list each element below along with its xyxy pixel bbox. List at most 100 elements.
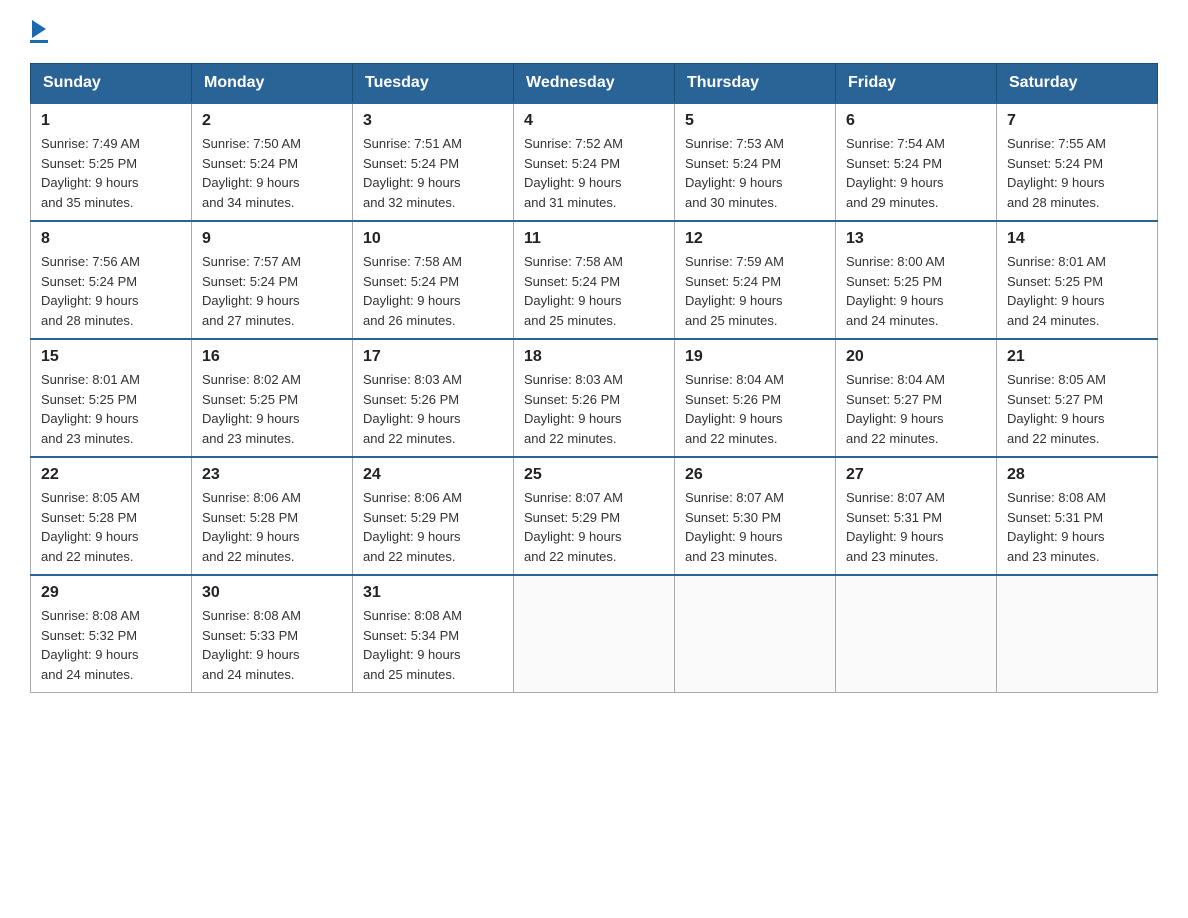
calendar-cell: 31 Sunrise: 8:08 AMSunset: 5:34 PMDaylig… xyxy=(353,575,514,693)
calendar-cell: 10 Sunrise: 7:58 AMSunset: 5:24 PMDaylig… xyxy=(353,221,514,339)
day-info: Sunrise: 7:49 AMSunset: 5:25 PMDaylight:… xyxy=(41,136,140,210)
day-number: 22 xyxy=(41,466,181,484)
day-header-saturday: Saturday xyxy=(997,64,1158,104)
day-number: 25 xyxy=(524,466,664,484)
day-info: Sunrise: 8:03 AMSunset: 5:26 PMDaylight:… xyxy=(524,372,623,446)
calendar-cell: 19 Sunrise: 8:04 AMSunset: 5:26 PMDaylig… xyxy=(675,339,836,457)
day-info: Sunrise: 8:08 AMSunset: 5:32 PMDaylight:… xyxy=(41,608,140,682)
calendar-cell: 29 Sunrise: 8:08 AMSunset: 5:32 PMDaylig… xyxy=(31,575,192,693)
calendar-cell xyxy=(997,575,1158,693)
calendar-cell: 14 Sunrise: 8:01 AMSunset: 5:25 PMDaylig… xyxy=(997,221,1158,339)
calendar-week-row: 22 Sunrise: 8:05 AMSunset: 5:28 PMDaylig… xyxy=(31,457,1158,575)
calendar-cell: 5 Sunrise: 7:53 AMSunset: 5:24 PMDayligh… xyxy=(675,103,836,221)
day-number: 26 xyxy=(685,466,825,484)
day-number: 8 xyxy=(41,230,181,248)
calendar-cell: 20 Sunrise: 8:04 AMSunset: 5:27 PMDaylig… xyxy=(836,339,997,457)
day-info: Sunrise: 8:05 AMSunset: 5:27 PMDaylight:… xyxy=(1007,372,1106,446)
day-info: Sunrise: 8:08 AMSunset: 5:34 PMDaylight:… xyxy=(363,608,462,682)
day-info: Sunrise: 7:53 AMSunset: 5:24 PMDaylight:… xyxy=(685,136,784,210)
day-info: Sunrise: 8:04 AMSunset: 5:27 PMDaylight:… xyxy=(846,372,945,446)
calendar-cell: 21 Sunrise: 8:05 AMSunset: 5:27 PMDaylig… xyxy=(997,339,1158,457)
day-number: 31 xyxy=(363,584,503,602)
day-number: 13 xyxy=(846,230,986,248)
calendar-cell: 4 Sunrise: 7:52 AMSunset: 5:24 PMDayligh… xyxy=(514,103,675,221)
calendar-cell: 11 Sunrise: 7:58 AMSunset: 5:24 PMDaylig… xyxy=(514,221,675,339)
day-number: 14 xyxy=(1007,230,1147,248)
calendar-week-row: 8 Sunrise: 7:56 AMSunset: 5:24 PMDayligh… xyxy=(31,221,1158,339)
day-info: Sunrise: 7:56 AMSunset: 5:24 PMDaylight:… xyxy=(41,254,140,328)
calendar-cell xyxy=(675,575,836,693)
calendar-body: 1 Sunrise: 7:49 AMSunset: 5:25 PMDayligh… xyxy=(31,103,1158,693)
day-header-thursday: Thursday xyxy=(675,64,836,104)
day-info: Sunrise: 8:07 AMSunset: 5:31 PMDaylight:… xyxy=(846,490,945,564)
calendar-cell: 3 Sunrise: 7:51 AMSunset: 5:24 PMDayligh… xyxy=(353,103,514,221)
page-header xyxy=(30,20,1158,43)
day-number: 27 xyxy=(846,466,986,484)
day-info: Sunrise: 7:57 AMSunset: 5:24 PMDaylight:… xyxy=(202,254,301,328)
day-info: Sunrise: 7:58 AMSunset: 5:24 PMDaylight:… xyxy=(524,254,623,328)
calendar-cell: 9 Sunrise: 7:57 AMSunset: 5:24 PMDayligh… xyxy=(192,221,353,339)
day-info: Sunrise: 8:01 AMSunset: 5:25 PMDaylight:… xyxy=(1007,254,1106,328)
day-info: Sunrise: 7:51 AMSunset: 5:24 PMDaylight:… xyxy=(363,136,462,210)
calendar-cell: 16 Sunrise: 8:02 AMSunset: 5:25 PMDaylig… xyxy=(192,339,353,457)
day-number: 24 xyxy=(363,466,503,484)
day-number: 3 xyxy=(363,112,503,130)
day-info: Sunrise: 8:08 AMSunset: 5:31 PMDaylight:… xyxy=(1007,490,1106,564)
calendar-cell: 22 Sunrise: 8:05 AMSunset: 5:28 PMDaylig… xyxy=(31,457,192,575)
day-info: Sunrise: 7:52 AMSunset: 5:24 PMDaylight:… xyxy=(524,136,623,210)
calendar-cell: 27 Sunrise: 8:07 AMSunset: 5:31 PMDaylig… xyxy=(836,457,997,575)
day-number: 4 xyxy=(524,112,664,130)
day-number: 18 xyxy=(524,348,664,366)
calendar-week-row: 29 Sunrise: 8:08 AMSunset: 5:32 PMDaylig… xyxy=(31,575,1158,693)
calendar-cell: 6 Sunrise: 7:54 AMSunset: 5:24 PMDayligh… xyxy=(836,103,997,221)
day-number: 12 xyxy=(685,230,825,248)
calendar-cell xyxy=(836,575,997,693)
day-header-wednesday: Wednesday xyxy=(514,64,675,104)
day-number: 2 xyxy=(202,112,342,130)
day-number: 7 xyxy=(1007,112,1147,130)
day-info: Sunrise: 7:50 AMSunset: 5:24 PMDaylight:… xyxy=(202,136,301,210)
calendar-week-row: 15 Sunrise: 8:01 AMSunset: 5:25 PMDaylig… xyxy=(31,339,1158,457)
day-info: Sunrise: 7:58 AMSunset: 5:24 PMDaylight:… xyxy=(363,254,462,328)
calendar-table: SundayMondayTuesdayWednesdayThursdayFrid… xyxy=(30,63,1158,693)
day-number: 6 xyxy=(846,112,986,130)
calendar-cell: 8 Sunrise: 7:56 AMSunset: 5:24 PMDayligh… xyxy=(31,221,192,339)
calendar-cell: 18 Sunrise: 8:03 AMSunset: 5:26 PMDaylig… xyxy=(514,339,675,457)
day-info: Sunrise: 8:01 AMSunset: 5:25 PMDaylight:… xyxy=(41,372,140,446)
day-header-monday: Monday xyxy=(192,64,353,104)
day-number: 23 xyxy=(202,466,342,484)
day-info: Sunrise: 8:05 AMSunset: 5:28 PMDaylight:… xyxy=(41,490,140,564)
day-info: Sunrise: 8:07 AMSunset: 5:29 PMDaylight:… xyxy=(524,490,623,564)
calendar-cell: 13 Sunrise: 8:00 AMSunset: 5:25 PMDaylig… xyxy=(836,221,997,339)
logo-triangle-icon xyxy=(32,20,46,38)
day-number: 5 xyxy=(685,112,825,130)
day-header-friday: Friday xyxy=(836,64,997,104)
calendar-cell: 30 Sunrise: 8:08 AMSunset: 5:33 PMDaylig… xyxy=(192,575,353,693)
calendar-cell: 25 Sunrise: 8:07 AMSunset: 5:29 PMDaylig… xyxy=(514,457,675,575)
day-info: Sunrise: 8:07 AMSunset: 5:30 PMDaylight:… xyxy=(685,490,784,564)
day-header-sunday: Sunday xyxy=(31,64,192,104)
day-header-tuesday: Tuesday xyxy=(353,64,514,104)
logo-text xyxy=(30,20,48,38)
day-info: Sunrise: 8:00 AMSunset: 5:25 PMDaylight:… xyxy=(846,254,945,328)
day-info: Sunrise: 8:03 AMSunset: 5:26 PMDaylight:… xyxy=(363,372,462,446)
day-number: 16 xyxy=(202,348,342,366)
calendar-cell: 17 Sunrise: 8:03 AMSunset: 5:26 PMDaylig… xyxy=(353,339,514,457)
calendar-cell: 1 Sunrise: 7:49 AMSunset: 5:25 PMDayligh… xyxy=(31,103,192,221)
calendar-week-row: 1 Sunrise: 7:49 AMSunset: 5:25 PMDayligh… xyxy=(31,103,1158,221)
day-number: 15 xyxy=(41,348,181,366)
day-number: 10 xyxy=(363,230,503,248)
day-info: Sunrise: 8:08 AMSunset: 5:33 PMDaylight:… xyxy=(202,608,301,682)
day-number: 28 xyxy=(1007,466,1147,484)
day-number: 17 xyxy=(363,348,503,366)
calendar-cell: 23 Sunrise: 8:06 AMSunset: 5:28 PMDaylig… xyxy=(192,457,353,575)
calendar-cell: 15 Sunrise: 8:01 AMSunset: 5:25 PMDaylig… xyxy=(31,339,192,457)
logo xyxy=(30,20,48,43)
day-info: Sunrise: 7:55 AMSunset: 5:24 PMDaylight:… xyxy=(1007,136,1106,210)
calendar-cell: 12 Sunrise: 7:59 AMSunset: 5:24 PMDaylig… xyxy=(675,221,836,339)
calendar-cell: 2 Sunrise: 7:50 AMSunset: 5:24 PMDayligh… xyxy=(192,103,353,221)
day-number: 9 xyxy=(202,230,342,248)
calendar-header-row: SundayMondayTuesdayWednesdayThursdayFrid… xyxy=(31,64,1158,104)
day-number: 29 xyxy=(41,584,181,602)
day-number: 20 xyxy=(846,348,986,366)
